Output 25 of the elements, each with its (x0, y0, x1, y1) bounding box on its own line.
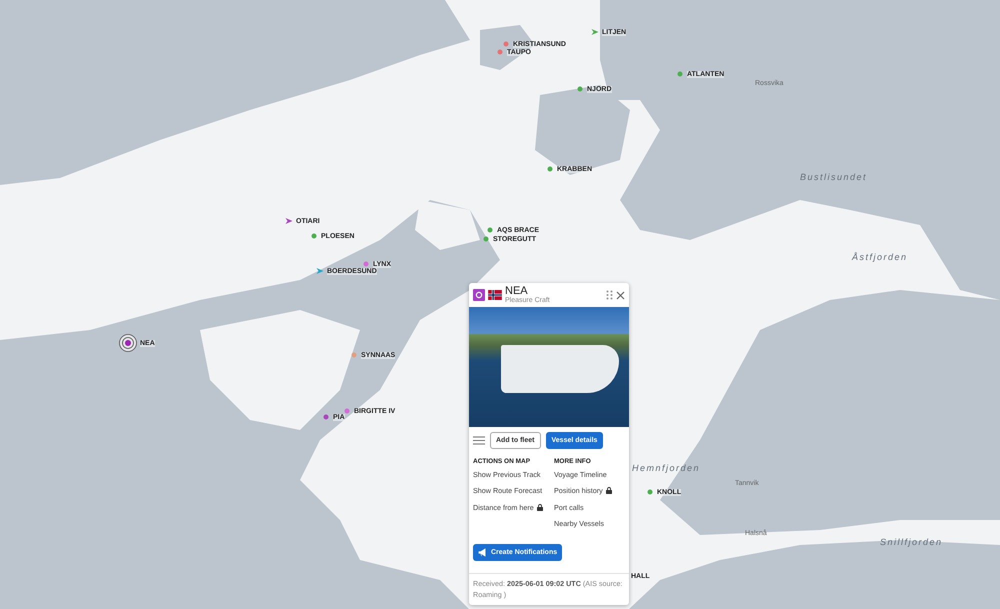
vessel-icon[interactable] (591, 28, 599, 36)
vessel-icon[interactable] (322, 413, 330, 421)
vessel-icon[interactable] (310, 232, 318, 240)
megaphone-icon (478, 548, 487, 557)
vessel-name: NEA (505, 286, 528, 297)
vessel-type-icon (473, 289, 485, 301)
vessel-icon[interactable] (486, 226, 494, 234)
place-label: Hemnfjorden (632, 463, 700, 473)
flag-icon (488, 290, 502, 300)
vessel-icon[interactable] (316, 267, 324, 275)
place-label: Bustlisundet (800, 172, 868, 182)
close-icon[interactable] (616, 290, 625, 300)
drag-handle-icon[interactable] (606, 290, 613, 300)
selected-vessel-icon[interactable] (119, 334, 137, 352)
vessel-icon[interactable] (546, 165, 554, 173)
vessel-icon[interactable] (646, 488, 654, 496)
vessel-icon[interactable] (343, 407, 351, 415)
menu-icon[interactable] (473, 436, 485, 445)
place-label: Åstfjorden (852, 252, 908, 262)
vessel-icon[interactable] (350, 351, 358, 359)
vessel-icon[interactable] (482, 235, 490, 243)
vessel-icon[interactable] (285, 217, 293, 225)
vessel-icon[interactable] (362, 260, 370, 268)
vessel-icon[interactable] (576, 85, 584, 93)
place-label: Snillfjorden (880, 537, 943, 547)
